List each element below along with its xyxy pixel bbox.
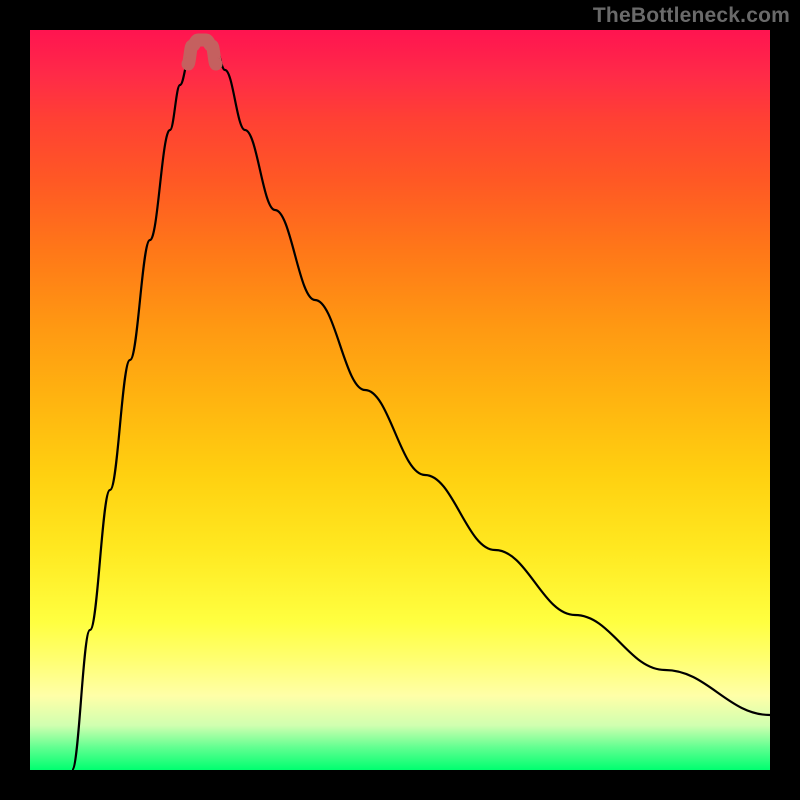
plot-area [30,30,770,770]
optimal-range-marker [188,40,216,64]
chart-frame: TheBottleneck.com [0,0,800,800]
watermark-text: TheBottleneck.com [593,4,790,28]
left-branch-curve [72,42,196,770]
right-branch-curve [214,42,770,715]
curve-layer [30,30,770,770]
